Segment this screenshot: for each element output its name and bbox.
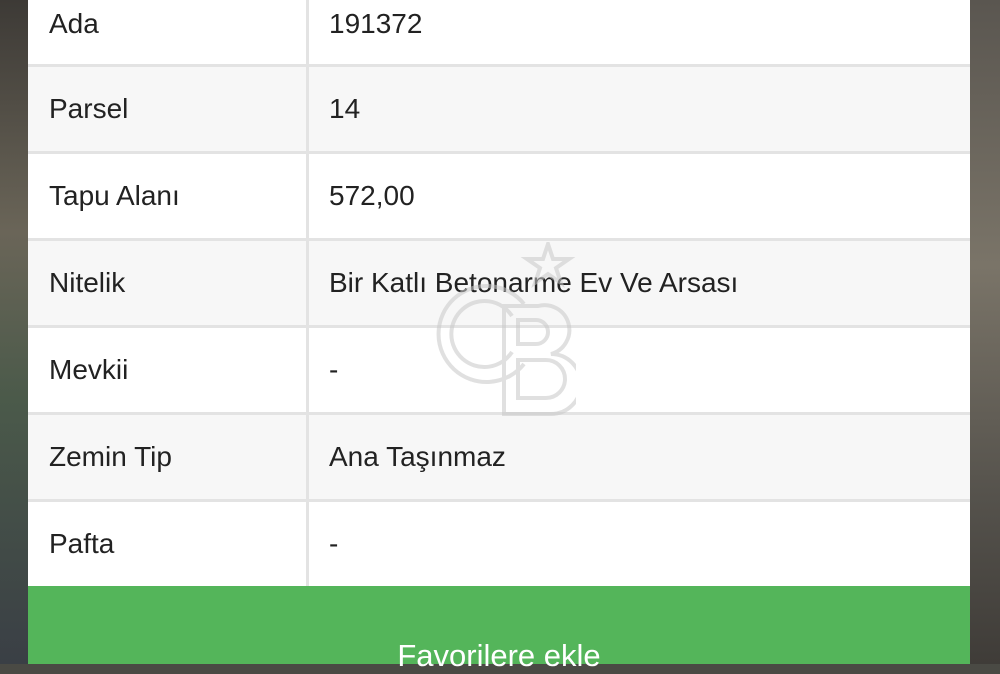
row-value: - — [329, 354, 339, 385]
row-label: Nitelik — [28, 241, 309, 325]
row-value: Ana Taşınmaz — [329, 441, 506, 472]
table-row: Pafta - — [28, 502, 970, 589]
row-label: Parsel — [28, 67, 309, 151]
row-value: 572,00 — [329, 180, 415, 211]
table-row: Zemin Tip Ana Taşınmaz — [28, 415, 970, 502]
row-value: Bir Katlı Betonarme Ev Ve Arsası — [329, 267, 739, 298]
table-row: Tapu Alanı 572,00 — [28, 154, 970, 241]
row-label: Zemin Tip — [28, 415, 309, 499]
row-label: Tapu Alanı — [28, 154, 309, 238]
add-to-favorites-label: Favorilere ekle — [397, 638, 601, 673]
row-label: Mevkii — [28, 328, 309, 412]
row-label: Ada — [28, 0, 309, 64]
table-row: Nitelik Bir Katlı Betonarme Ev Ve Arsası — [28, 241, 970, 328]
row-value: 191372 — [329, 8, 423, 39]
property-details-table: Ada 191372 Parsel 14 Tapu Alanı 572,00 N… — [28, 0, 970, 589]
background-photo-left — [0, 0, 28, 664]
row-label: Pafta — [28, 502, 309, 586]
add-to-favorites-button[interactable]: Favorilere ekle — [28, 586, 970, 673]
table-row: Ada 191372 — [28, 0, 970, 67]
row-value: 14 — [329, 93, 361, 124]
property-details-panel: Ada 191372 Parsel 14 Tapu Alanı 572,00 N… — [28, 0, 970, 673]
background-photo-right — [970, 0, 1000, 664]
table-row: Parsel 14 — [28, 67, 970, 154]
row-value: - — [329, 528, 339, 559]
table-row: Mevkii - — [28, 328, 970, 415]
